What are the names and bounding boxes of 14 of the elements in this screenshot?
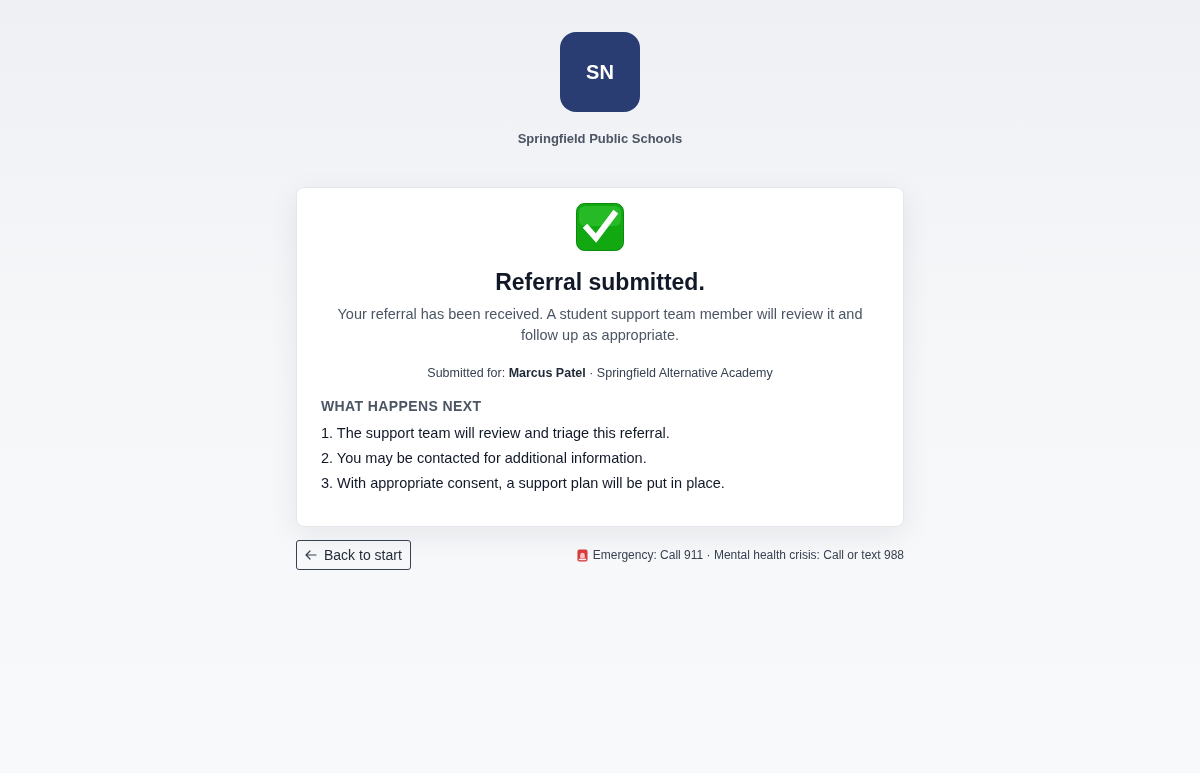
next-step-item: 2. You may be contacted for additional information. xyxy=(321,449,648,468)
submitted-for-text: Submitted for: Marcus Patel · Springfield Alternative Academy xyxy=(427,366,773,380)
check-mark-icon xyxy=(576,203,624,251)
siren-icon xyxy=(576,548,588,562)
left-arrow-icon xyxy=(305,550,317,560)
emergency-note: Emergency: Call 911 · Mental health crisis: Call or text 988 xyxy=(592,548,904,562)
next-step-item: 3. With appropriate consent, a support plan will be put in place. xyxy=(321,474,726,493)
back-to-start-button[interactable]: Back to start xyxy=(296,540,411,570)
next-steps-heading: WHAT HAPPENS NEXT xyxy=(321,398,483,414)
confirmation-title: Referral submitted. xyxy=(495,268,705,296)
organization-name: Springfield Public Schools xyxy=(517,131,683,146)
logo-tile: SN xyxy=(560,32,640,112)
next-step-item: 1. The support team will review and triage this referral. xyxy=(321,424,671,443)
confirmation-message: Your referral has been received. A student support team member will review it and follow up as appropriate. xyxy=(336,305,864,345)
